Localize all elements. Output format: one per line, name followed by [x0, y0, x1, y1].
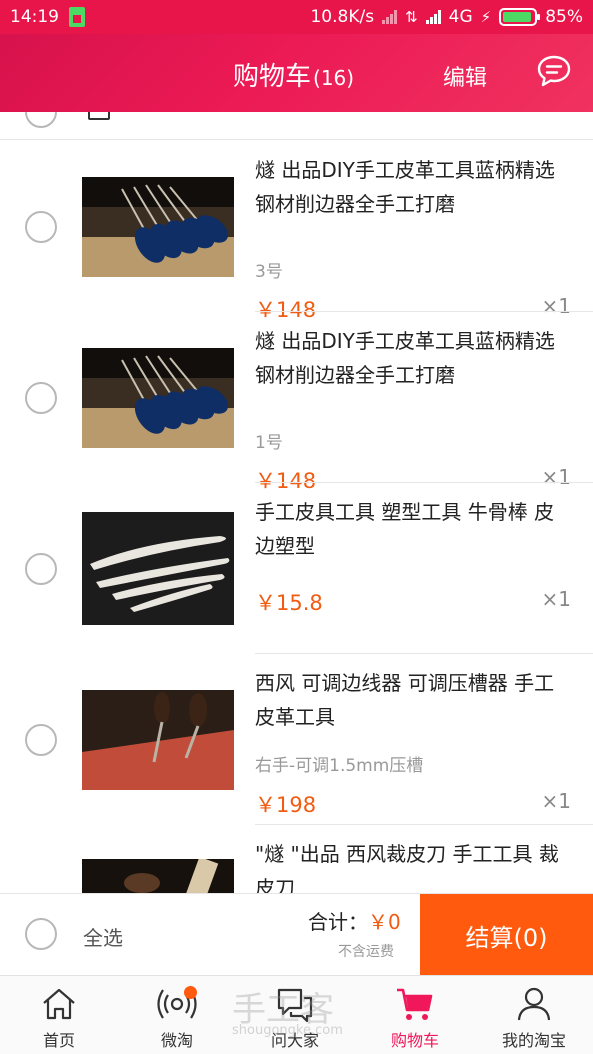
- tab-label: 购物车: [390, 1031, 439, 1050]
- cart-item[interactable]: 西风 可调边线器 可调压槽器 手工皮革工具 右手-可调1.5mm压槽 ￥198 …: [0, 654, 593, 825]
- tab-weitao[interactable]: 微淘: [118, 976, 236, 1054]
- cart-list[interactable]: 燧 出品DIY手工皮革工具蓝柄精选钢材削边器全手工打磨 3号 ￥148 ×1 燧…: [0, 112, 593, 893]
- qa-bubbles-icon: [277, 988, 313, 1023]
- cart-count: (16): [313, 66, 355, 90]
- select-all-label[interactable]: 全选: [83, 922, 123, 951]
- item-price: ￥198: [255, 793, 317, 817]
- item-title[interactable]: 西风 可调边线器 可调压槽器 手工皮革工具: [255, 666, 570, 734]
- item-sku: 3号: [255, 262, 283, 282]
- tab-label: 微淘: [160, 1031, 193, 1050]
- page-title-text: 购物车: [233, 62, 312, 92]
- item-sku: 右手-可调1.5mm压槽: [255, 756, 424, 776]
- shopping-cart-icon: [397, 988, 433, 1020]
- signal-weak-icon: [382, 10, 398, 24]
- home-icon: [43, 988, 75, 1020]
- data-transfer-icon: ⇅: [405, 8, 418, 26]
- bottom-tab-bar: 首页 微淘 问大家 购物车 我的淘宝: [0, 975, 593, 1054]
- item-select-radio[interactable]: [25, 382, 57, 414]
- charging-icon: ⚡: [480, 8, 492, 26]
- item-title[interactable]: 燧 出品DIY手工皮革工具蓝柄精选钢材削边器全手工打磨: [255, 153, 570, 221]
- product-image-leather-knife[interactable]: [82, 859, 234, 893]
- shop-icon: [88, 112, 110, 120]
- select-all-radio[interactable]: [25, 918, 57, 950]
- notification-dot: [184, 986, 197, 999]
- signal-strong-icon: [425, 10, 441, 24]
- item-quantity: ×1: [541, 789, 571, 813]
- tab-ask[interactable]: 问大家: [236, 976, 354, 1054]
- tab-label: 首页: [42, 1031, 75, 1050]
- status-bar: 14:19 10.8K/s ⇅ 4G ⚡ 85%: [0, 0, 593, 34]
- tab-my-taobao[interactable]: 我的淘宝: [475, 976, 593, 1054]
- battery-icon: [499, 8, 541, 26]
- checkout-button[interactable]: 结算(0): [420, 894, 593, 976]
- battery-percent: 85%: [545, 7, 583, 27]
- sim-card-icon: [69, 7, 85, 27]
- item-sku: 1号: [255, 433, 283, 453]
- tab-home[interactable]: 首页: [0, 976, 118, 1054]
- total-value: ￥0: [368, 910, 401, 934]
- cart-item[interactable]: 手工皮具工具 塑型工具 牛骨棒 皮边塑型 ￥15.8 ×1: [0, 483, 593, 654]
- network-type: 4G: [448, 7, 473, 27]
- product-image-bone-folders[interactable]: [82, 512, 234, 625]
- cart-item[interactable]: "燧 "出品 西风裁皮刀 手工工具 裁皮刀: [0, 825, 593, 893]
- product-image-bevelers[interactable]: [82, 348, 234, 448]
- tab-label: 问大家: [270, 1031, 319, 1050]
- item-select-radio[interactable]: [25, 724, 57, 756]
- item-title[interactable]: "燧 "出品 西风裁皮刀 手工工具 裁皮刀: [255, 837, 570, 893]
- item-select-radio[interactable]: [25, 211, 57, 243]
- tab-label: 我的淘宝: [501, 1031, 566, 1050]
- edit-button[interactable]: 编辑: [443, 60, 487, 92]
- item-select-radio[interactable]: [25, 553, 57, 585]
- item-price: ￥15.8: [255, 591, 323, 615]
- item-title[interactable]: 手工皮具工具 塑型工具 牛骨棒 皮边塑型: [255, 495, 570, 563]
- shop-select-radio[interactable]: [25, 112, 57, 128]
- product-image-groovers[interactable]: [82, 690, 234, 790]
- person-icon: [517, 987, 551, 1021]
- product-image-bevelers[interactable]: [82, 177, 234, 277]
- broadcast-icon-wrap: [157, 984, 197, 1024]
- shop-header-row: [0, 112, 593, 140]
- header: 购物车 (16) 编辑: [0, 34, 593, 112]
- item-title[interactable]: 燧 出品DIY手工皮革工具蓝柄精选钢材削边器全手工打磨: [255, 324, 570, 392]
- cart-item[interactable]: 燧 出品DIY手工皮革工具蓝柄精选钢材削边器全手工打磨 3号 ￥148 ×1: [0, 141, 593, 322]
- cart-item[interactable]: 燧 出品DIY手工皮革工具蓝柄精选钢材削边器全手工打磨 1号 ￥148 ×1: [0, 312, 593, 493]
- chat-bubble-icon[interactable]: [536, 54, 572, 88]
- clock: 14:19: [10, 7, 59, 27]
- total-label: 合计：: [308, 910, 368, 934]
- network-speed: 10.8K/s: [310, 7, 375, 27]
- tab-cart[interactable]: 购物车: [356, 976, 474, 1054]
- total-price: 合计：￥0: [308, 906, 401, 935]
- shipping-note: 不含运费: [338, 944, 394, 960]
- page-title: 购物车 (16): [233, 56, 354, 93]
- item-quantity: ×1: [541, 587, 571, 611]
- cart-summary-bar: 全选 合计：￥0 不含运费 结算(0): [0, 893, 593, 976]
